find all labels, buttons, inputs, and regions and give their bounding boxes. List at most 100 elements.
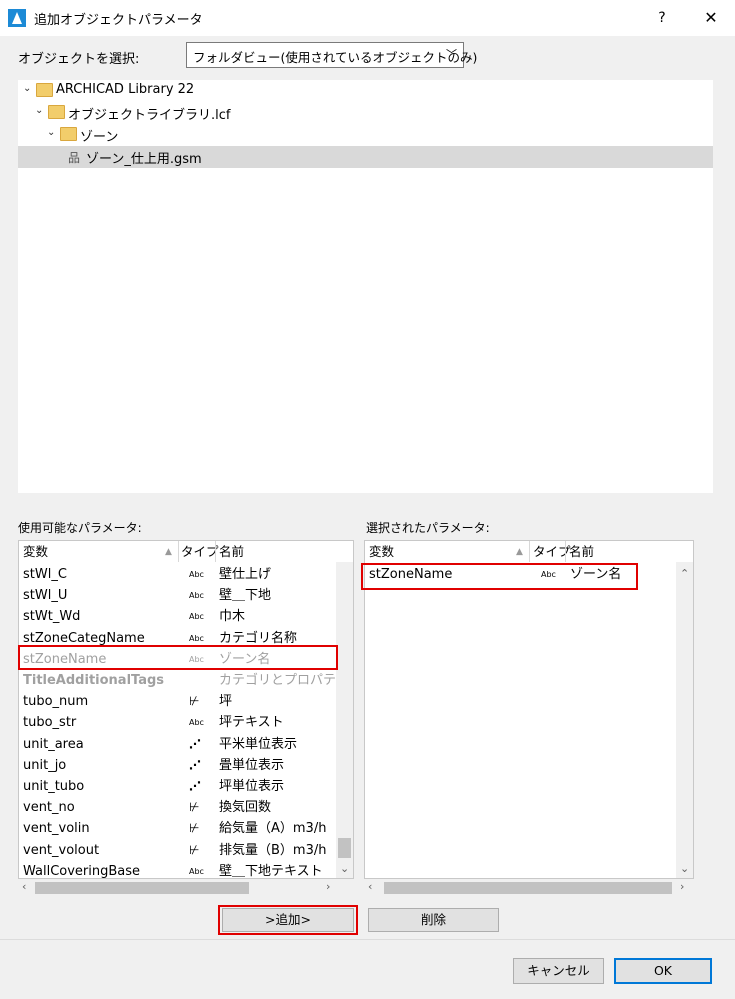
window-title: 追加オブジェクトパラメータ [34,13,203,28]
add-button[interactable]: >追加> [222,908,354,932]
list-item[interactable]: WallCoveringBase Abc 壁＿下地テキスト [19,861,339,879]
title-bar: 追加オブジェクトパラメータ ? ✕ [0,0,735,36]
list-item[interactable]: unit_tubo ⋰ 坪単位表示 [19,776,339,797]
scrollbar-thumb[interactable] [338,838,351,858]
tree-item-label: ゾーン_仕上用.gsm [86,152,202,167]
ok-button[interactable]: OK [614,958,712,984]
remove-button[interactable]: 削除 [368,908,499,932]
text-type-icon: Abc [189,591,204,601]
param-variable: TitleAdditionalTags [23,673,165,688]
param-variable: stWl_U [23,588,68,604]
scrollbar-thumb[interactable] [35,882,249,894]
param-variable: stWt_Wd [23,609,81,625]
footer-divider [0,939,735,940]
text-type-icon: Abc [189,570,204,579]
param-name: 排気量（B）m3/h [219,842,327,858]
highlight-box [18,645,338,670]
tree-item-lcf[interactable]: ⌄ オブジェクトライブラリ.lcf [18,102,713,124]
object-view-dropdown[interactable]: フォルダビュー(使用されているオブジェクトのみ) ﹀ [186,42,477,68]
param-variable: unit_tubo [23,779,85,794]
chevron-down-icon[interactable]: ⌄ [35,105,43,116]
text-type-icon: Abc [189,612,204,622]
param-name: 坪テキスト [219,715,284,731]
option-list-type-icon: ⋰ [189,757,201,772]
cancel-button[interactable]: キャンセル [513,958,604,984]
column-header-variable[interactable]: 変数 [369,541,394,562]
column-header-name[interactable]: 名前 [569,541,594,562]
text-type-icon: Abc [189,866,204,876]
tree-item-library[interactable]: ⌄ ARCHICAD Library 22 [18,80,713,102]
sort-ascending-icon: ▲ [516,547,523,557]
real-number-type-icon: ⊬ [189,694,200,709]
scroll-down-arrow-icon[interactable]: ⌄ [340,862,349,875]
param-name: カテゴリとプロパティ [219,673,349,688]
param-variable: stWl_C [23,567,67,582]
folder-icon [36,83,53,97]
library-tree[interactable]: ⌄ ARCHICAD Library 22 ⌄ オブジェクトライブラリ.lcf … [18,80,713,493]
param-name: 坪 [219,694,233,710]
sort-ascending-icon: ▲ [165,547,172,557]
param-variable: unit_jo [23,757,67,773]
list-item[interactable]: tubo_str Abc 坪テキスト [19,712,339,733]
column-header-variable[interactable]: 変数 [23,541,48,562]
param-variable: unit_area [23,736,84,752]
available-params-label: 使用可能なパラメータ: [18,521,142,535]
horizontal-scrollbar[interactable]: ‹ › [18,879,354,897]
param-variable: tubo_str [23,715,77,731]
vertical-scrollbar[interactable]: ⌃ ⌄ [676,562,693,878]
real-number-type-icon: ⊬ [189,800,200,815]
scroll-up-arrow-icon[interactable]: ⌃ [680,567,689,580]
help-button[interactable]: ? [639,0,685,36]
chevron-down-icon[interactable]: ⌄ [47,127,55,138]
chevron-down-icon[interactable]: ⌄ [23,83,31,94]
list-item[interactable]: vent_no ⊬ 換気回数 [19,797,339,818]
param-variable: vent_volout [23,842,100,858]
available-params-list[interactable]: 変数 ▲ タイプ 名前 stWl_C Abc 壁仕上げ stWl_U Abc 壁＿下地 st… [18,540,354,879]
scroll-left-arrow-icon[interactable]: ‹ [22,880,26,893]
archicad-app-icon [8,9,26,27]
scroll-left-arrow-icon[interactable]: ‹ [368,880,372,893]
selected-params-list[interactable]: 変数 ▲ タイプ 名前 stZoneName Abc ゾーン名 ⌃ ⌄ [364,540,694,879]
param-name: 畳単位表示 [219,757,285,773]
list-item[interactable]: vent_volout ⊬ 排気量（B）m3/h [19,840,339,861]
folder-icon [60,127,77,141]
tree-item-zone-gsm[interactable]: 品 ゾーン_仕上用.gsm [18,146,713,168]
tree-item-label: ARCHICAD Library 22 [56,82,195,97]
list-item[interactable]: tubo_num ⊬ 坪 [19,691,339,712]
dropdown-value: フォルダビュー(使用されているオブジェクトのみ) [193,50,478,65]
tree-item-zone-folder[interactable]: ⌄ ゾーン [18,124,713,146]
list-item[interactable]: stWl_C Abc 壁仕上げ [19,564,339,585]
scrollbar-thumb[interactable] [384,882,672,894]
text-type-icon: Abc [189,718,204,728]
vertical-scrollbar[interactable]: ⌄ [336,562,353,878]
highlight-box [361,563,638,590]
param-name: 巾木 [219,609,246,625]
scroll-right-arrow-icon[interactable]: › [326,880,330,893]
list-item[interactable]: stWl_U Abc 壁＿下地 [19,585,339,606]
real-number-type-icon: ⊬ [189,821,200,836]
close-button[interactable]: ✕ [688,0,734,36]
list-item[interactable]: vent_volin ⊬ 給気量（A）m3/h [19,818,339,839]
param-name: 壁＿下地テキスト [219,863,323,879]
param-variable: WallCoveringBase [23,863,141,879]
column-header-name[interactable]: 名前 [219,541,244,562]
tree-item-label: ゾーン [80,130,119,145]
chevron-down-icon: ﹀ [446,48,457,61]
param-variable: vent_no [23,800,75,816]
list-item[interactable]: TitleAdditionalTags カテゴリとプロパティ [19,670,348,691]
tree-item-label: オブジェクトライブラリ.lcf [68,108,231,123]
column-header-type[interactable]: タイプ [181,541,219,562]
horizontal-scrollbar[interactable]: ‹ › [364,879,694,897]
option-list-type-icon: ⋰ [189,779,201,793]
param-name: 平米単位表示 [219,736,298,752]
selected-params-label: 選択されたパラメータ: [366,521,490,535]
real-number-type-icon: ⊬ [189,842,200,857]
scroll-right-arrow-icon[interactable]: › [680,880,684,893]
list-item[interactable]: stWt_Wd Abc 巾木 [19,606,339,627]
param-variable: tubo_num [23,694,89,710]
list-item[interactable]: unit_jo ⋰ 畳単位表示 [19,755,339,776]
param-name: 壁仕上げ [219,567,272,582]
scroll-down-arrow-icon[interactable]: ⌄ [680,862,689,875]
list-item[interactable]: unit_area ⋰ 平米単位表示 [19,734,339,755]
folder-icon [48,105,65,119]
